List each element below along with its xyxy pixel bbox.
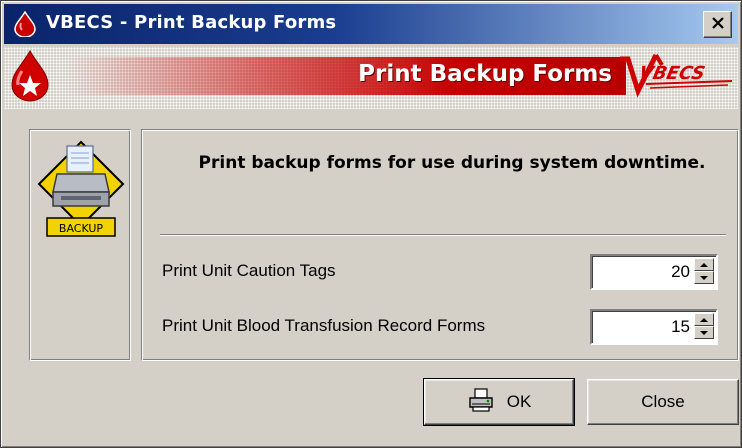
ok-button[interactable]: OK: [423, 378, 575, 426]
close-button[interactable]: Close: [587, 379, 739, 425]
spinner-arrows: [694, 258, 714, 284]
title-bar[interactable]: VBECS - Print Backup Forms: [4, 4, 738, 44]
banner-title: Print Backup Forms: [358, 61, 612, 87]
arrow-down-icon: [700, 275, 708, 280]
svg-text:BACKUP: BACKUP: [59, 222, 104, 235]
caution-tags-spinner[interactable]: 20: [590, 254, 718, 290]
instruction-text: Print backup forms for use during system…: [198, 153, 706, 173]
window-close-button[interactable]: [703, 11, 732, 38]
header-banner: Print Backup Forms VBECS: [4, 47, 738, 109]
spinner-up-button[interactable]: [694, 313, 714, 326]
spinner-down-button[interactable]: [694, 326, 714, 339]
dialog-window: VBECS - Print Backup Forms Print Backup …: [0, 0, 742, 448]
arrow-down-icon: [700, 330, 708, 335]
svg-text:VBECS: VBECS: [637, 63, 707, 84]
blood-drop-star-icon: [8, 49, 52, 108]
vbecs-logo: VBECS: [616, 51, 736, 110]
backup-printer-icon: BACKUP: [35, 138, 127, 253]
window-title: VBECS - Print Backup Forms: [46, 12, 337, 33]
separator-line: [160, 234, 726, 236]
transfusion-forms-label: Print Unit Blood Transfusion Record Form…: [162, 316, 486, 335]
transfusion-forms-spinner[interactable]: 15: [590, 309, 718, 345]
spinner-up-button[interactable]: [694, 258, 714, 271]
ok-button-label: OK: [506, 392, 532, 411]
transfusion-forms-value[interactable]: 15: [671, 317, 690, 337]
close-icon: [711, 16, 725, 34]
caution-tags-value[interactable]: 20: [671, 262, 690, 282]
caution-tags-label: Print Unit Caution Tags: [162, 261, 336, 280]
close-button-label: Close: [641, 392, 685, 411]
spinner-arrows: [694, 313, 714, 339]
blood-drop-icon: [12, 10, 38, 42]
icon-panel: BACKUP: [29, 129, 131, 361]
transfusion-forms-row: Print Unit Blood Transfusion Record Form…: [160, 309, 726, 345]
main-panel: Print backup forms for use during system…: [141, 129, 739, 361]
printer-icon: [467, 387, 495, 418]
arrow-up-icon: [700, 262, 708, 267]
arrow-up-icon: [700, 317, 708, 322]
caution-tags-row: Print Unit Caution Tags 20: [160, 254, 726, 290]
spinner-down-button[interactable]: [694, 271, 714, 284]
